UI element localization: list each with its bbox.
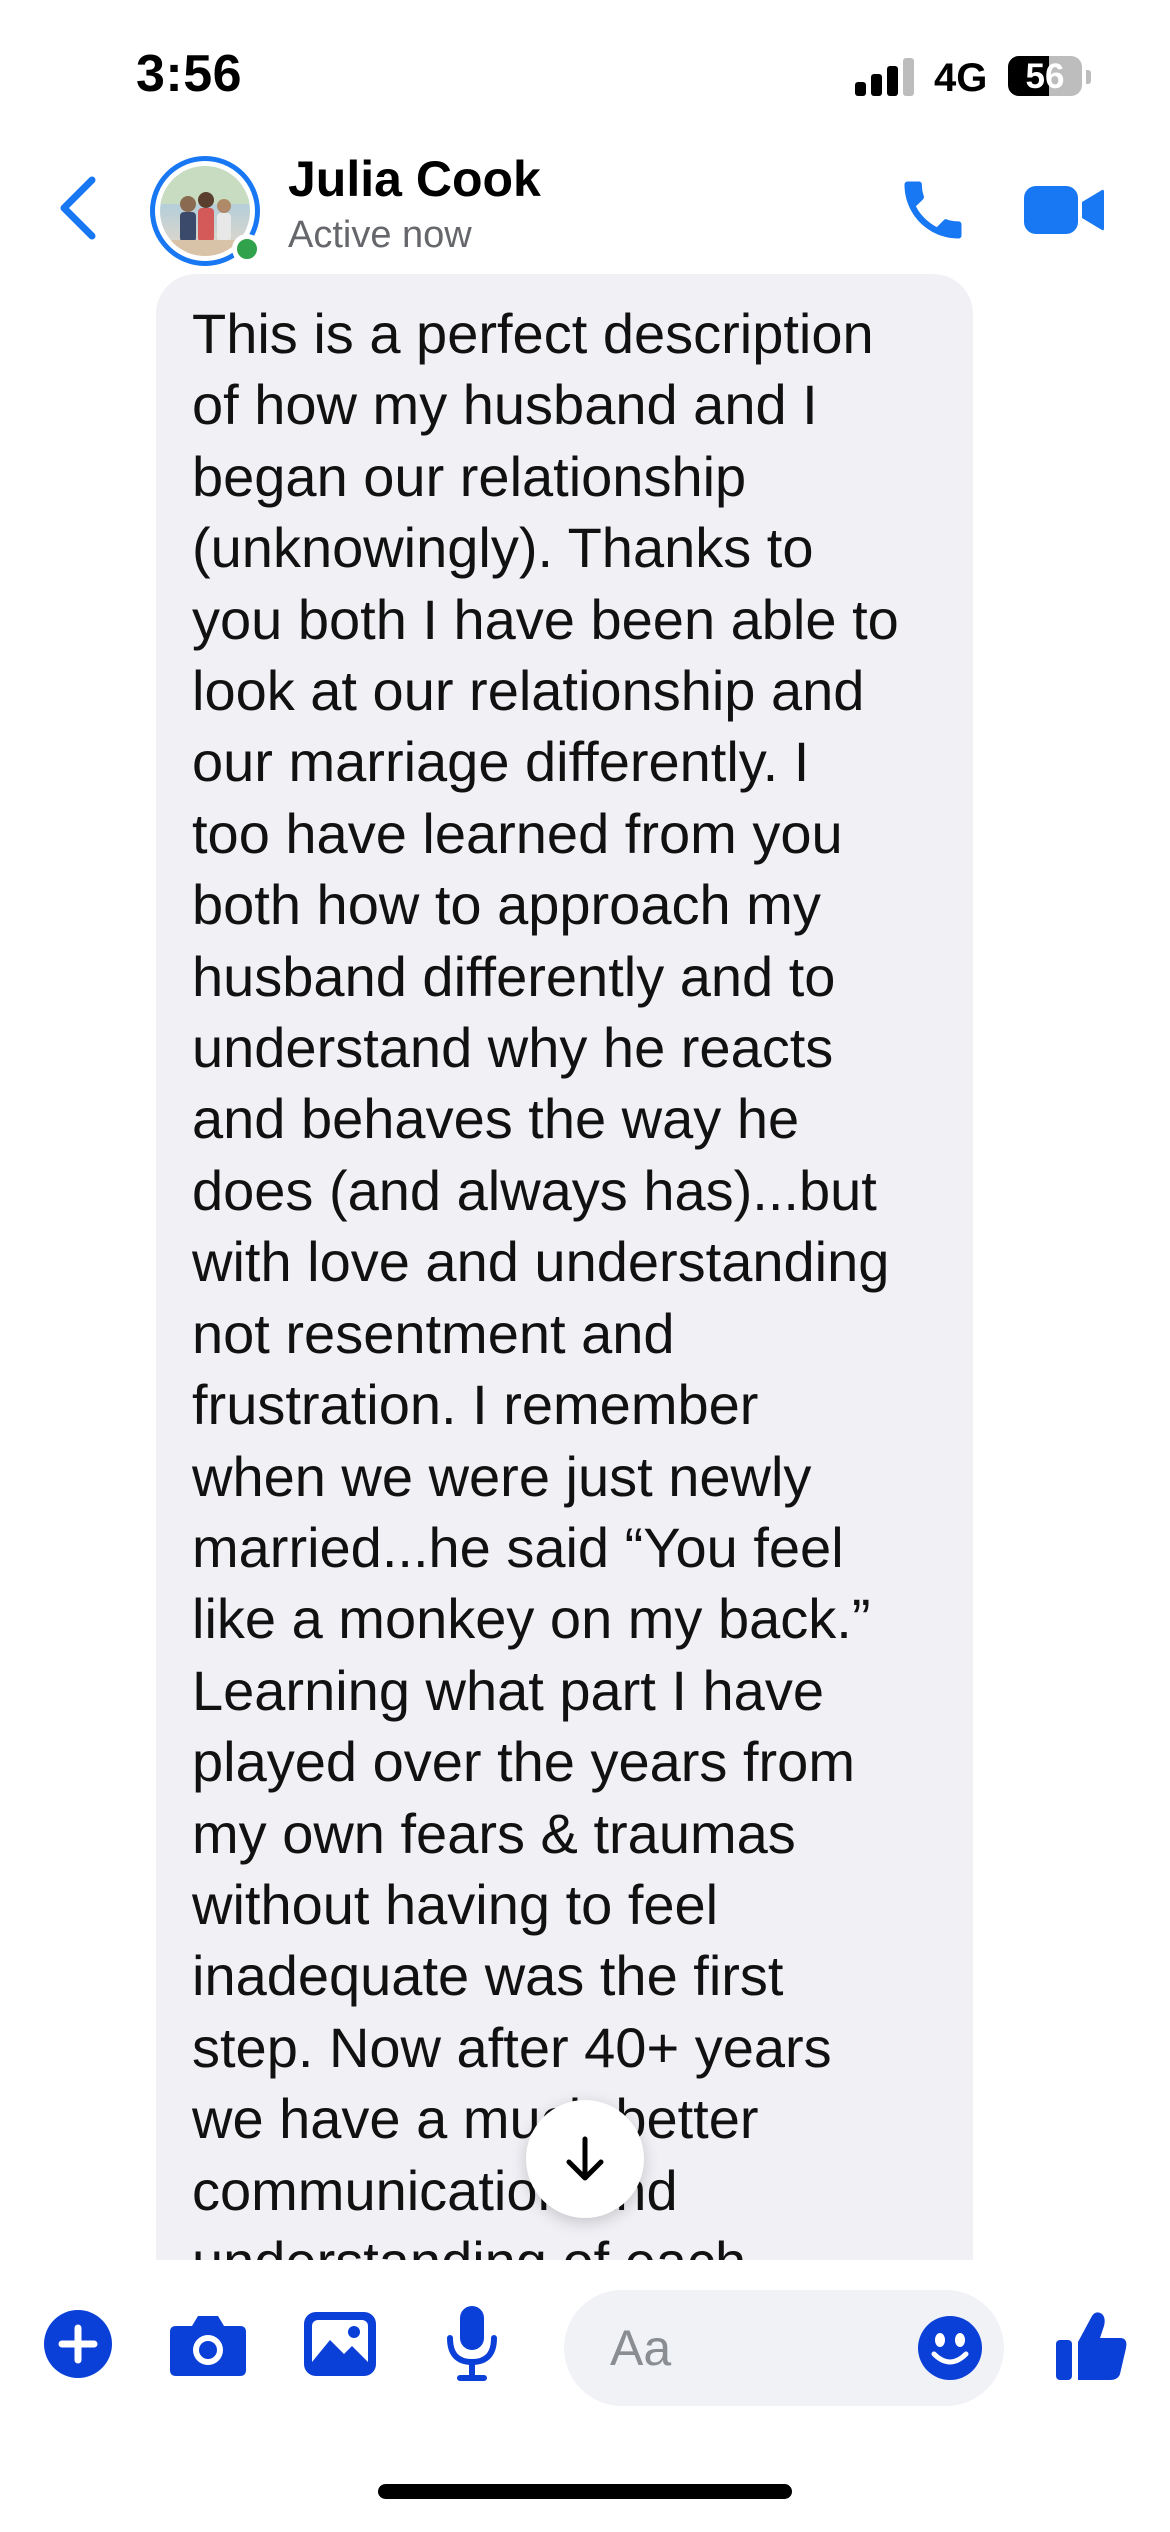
battery-level: 56 [1025, 57, 1065, 96]
message-text: This is a perfect description of how my … [192, 302, 899, 2260]
image-icon [304, 2312, 376, 2376]
emoji-button[interactable] [916, 2314, 984, 2382]
voice-message-button[interactable] [432, 2304, 512, 2384]
add-button[interactable] [38, 2304, 118, 2384]
message-composer [0, 2260, 1170, 2440]
smiley-icon [918, 2316, 982, 2380]
network-type: 4G [934, 56, 988, 100]
phone-icon [904, 181, 962, 239]
thumbs-up-icon [1056, 2312, 1127, 2380]
status-time: 3:56 [136, 45, 243, 103]
arrow-down-icon [566, 2136, 604, 2181]
camera-icon [170, 2316, 246, 2376]
signal-strength-icon [855, 58, 917, 96]
message-list[interactable]: This is a perfect description of how my … [0, 270, 1170, 2260]
home-indicator[interactable] [378, 2484, 792, 2499]
contact-status: Active now [288, 214, 472, 256]
message-bubble[interactable]: This is a perfect description of how my … [156, 274, 973, 2260]
battery-cap [1086, 70, 1091, 84]
battery-icon: 56 [1008, 56, 1082, 96]
video-camera-icon [1024, 186, 1104, 234]
chat-header: Julia Cook Active now [0, 150, 1170, 270]
active-status-dot [232, 234, 262, 264]
chevron-left-icon [60, 176, 96, 240]
like-button[interactable] [1054, 2308, 1130, 2384]
status-bar: 3:56 4G 56 [0, 0, 1170, 150]
voice-call-button[interactable] [895, 172, 971, 248]
message-input[interactable] [610, 2318, 860, 2378]
contact-avatar[interactable] [150, 156, 262, 266]
scroll-to-bottom-button[interactable] [526, 2100, 644, 2218]
back-button[interactable] [50, 172, 106, 244]
plus-circle-icon [44, 2310, 112, 2378]
contact-name[interactable]: Julia Cook [288, 150, 541, 208]
microphone-icon [447, 2306, 497, 2381]
gallery-button[interactable] [300, 2304, 380, 2384]
camera-button[interactable] [168, 2304, 248, 2384]
message-input-container[interactable] [564, 2290, 1004, 2406]
video-call-button[interactable] [1022, 180, 1106, 240]
